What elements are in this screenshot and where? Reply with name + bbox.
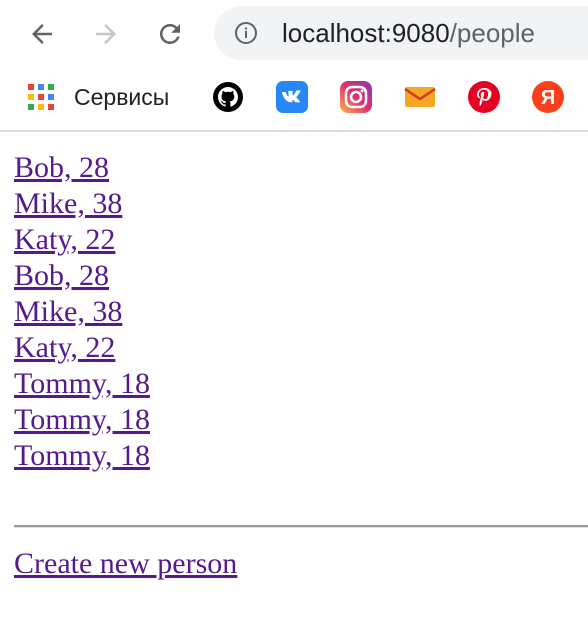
page-content: Bob, 28 Mike, 38 Katy, 22 Bob, 28 Mike, … bbox=[0, 132, 588, 624]
list-item: Mike, 38 bbox=[14, 294, 150, 330]
apps-label[interactable]: Сервисы bbox=[74, 82, 169, 112]
list-item: Tommy, 18 bbox=[14, 366, 150, 402]
person-link[interactable]: Tommy, 18 bbox=[14, 403, 150, 436]
horizontal-rule bbox=[14, 525, 588, 528]
person-link[interactable]: Mike, 38 bbox=[14, 295, 122, 328]
create-person-link[interactable]: Create new person bbox=[14, 544, 237, 584]
url-host: localhost:9080 bbox=[282, 18, 450, 48]
list-item: Katy, 22 bbox=[14, 222, 150, 258]
person-link[interactable]: Katy, 22 bbox=[14, 331, 115, 364]
bookmarks-bar: Сервисы Я bbox=[0, 64, 588, 132]
person-link[interactable]: Katy, 22 bbox=[14, 223, 115, 256]
arrow-left-icon bbox=[32, 24, 52, 44]
person-link[interactable]: Mike, 38 bbox=[14, 187, 122, 220]
list-item: Mike, 38 bbox=[14, 186, 150, 222]
vk-icon[interactable] bbox=[276, 81, 308, 113]
forward-button[interactable] bbox=[86, 14, 126, 54]
apps-grid-icon[interactable] bbox=[28, 84, 54, 110]
list-item: Tommy, 18 bbox=[14, 438, 150, 474]
list-item: Katy, 22 bbox=[14, 330, 150, 366]
github-icon[interactable] bbox=[212, 81, 244, 113]
url-path: /people bbox=[449, 18, 535, 48]
info-icon[interactable] bbox=[234, 21, 258, 45]
instagram-icon[interactable] bbox=[340, 81, 372, 113]
browser-toolbar: localhost:9080/people bbox=[0, 0, 588, 64]
list-item: Bob, 28 bbox=[14, 258, 150, 294]
back-button[interactable] bbox=[22, 14, 62, 54]
person-link[interactable]: Bob, 28 bbox=[14, 259, 109, 292]
list-item: Tommy, 18 bbox=[14, 402, 150, 438]
svg-text:Я: Я bbox=[541, 87, 555, 109]
reload-button[interactable] bbox=[150, 14, 190, 54]
person-link[interactable]: Tommy, 18 bbox=[14, 439, 150, 472]
reload-icon bbox=[159, 23, 180, 44]
person-link[interactable]: Bob, 28 bbox=[14, 151, 109, 184]
pinterest-icon[interactable] bbox=[468, 81, 500, 113]
person-link[interactable]: Tommy, 18 bbox=[14, 367, 150, 400]
url-text[interactable]: localhost:9080/people bbox=[282, 19, 535, 47]
list-item: Bob, 28 bbox=[14, 150, 150, 186]
people-list: Bob, 28 Mike, 38 Katy, 22 Bob, 28 Mike, … bbox=[14, 150, 150, 474]
mail-icon[interactable] bbox=[404, 81, 436, 113]
yandex-icon[interactable]: Я bbox=[532, 81, 564, 113]
address-bar[interactable]: localhost:9080/people bbox=[214, 6, 588, 60]
arrow-right-icon bbox=[96, 24, 116, 44]
